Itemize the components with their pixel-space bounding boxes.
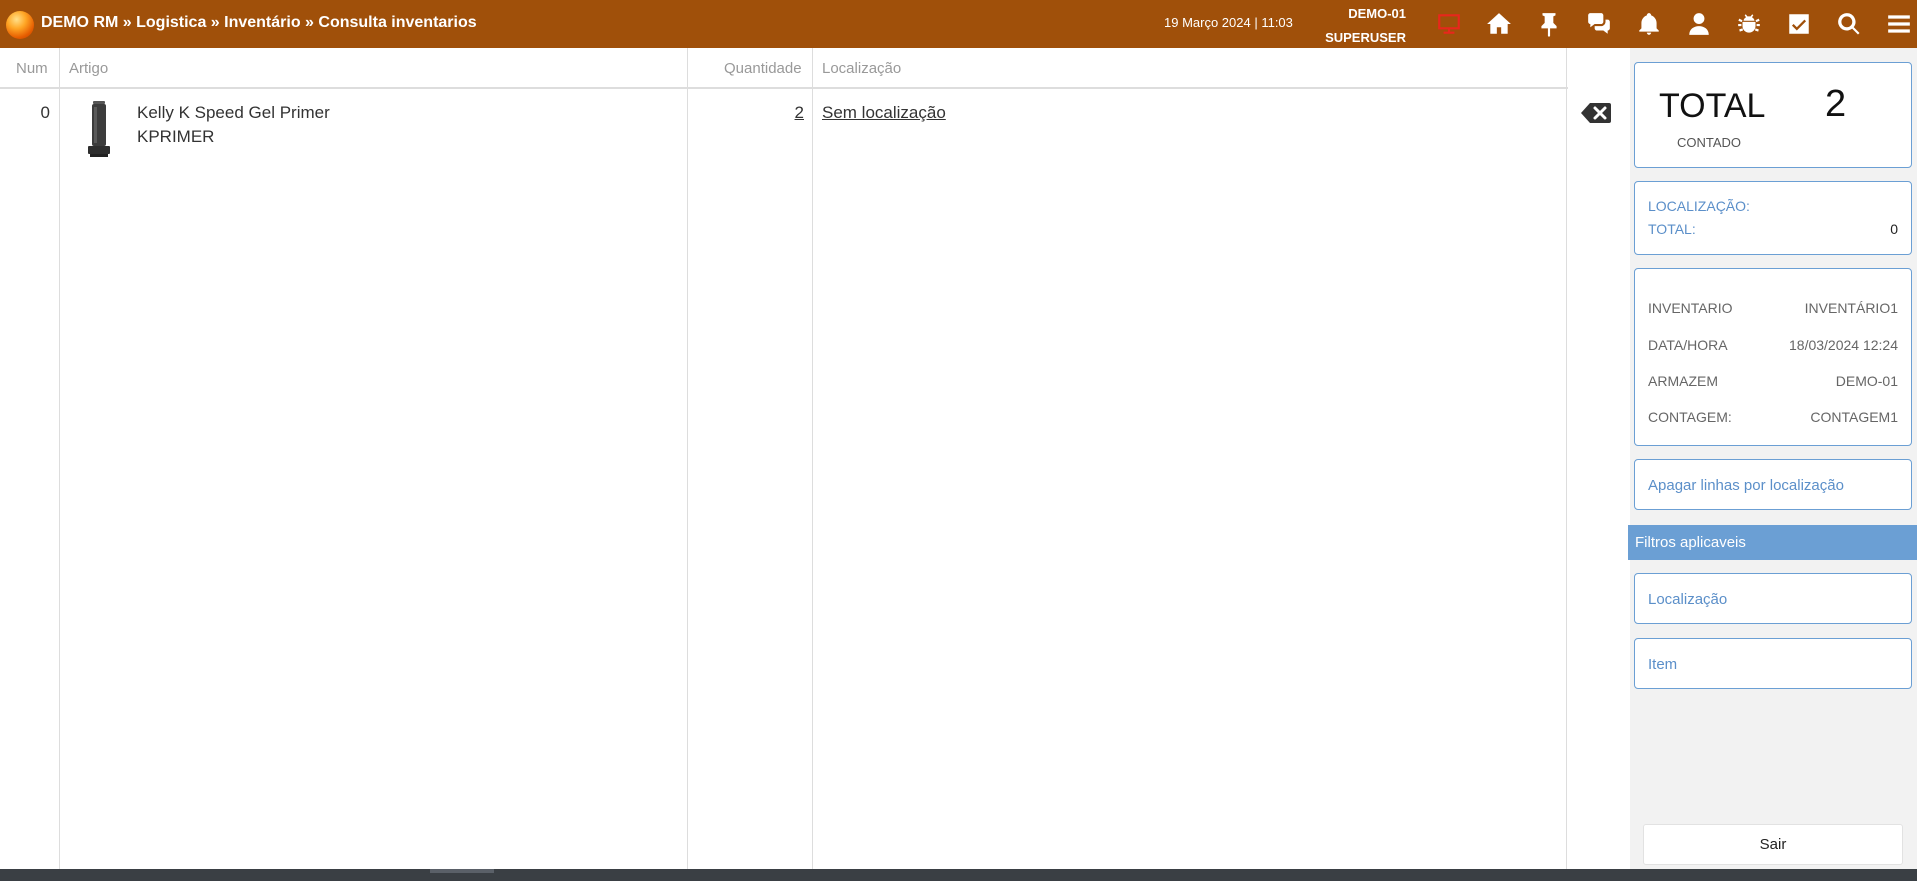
column-header-localizacao[interactable]: Localização [822,60,901,77]
company-code: DEMO-01 [1348,6,1406,21]
chat-icon[interactable] [1574,0,1624,48]
info-row-armazem: ARMAZEM DEMO-01 [1648,373,1898,393]
breadcrumb[interactable]: DEMO RM » Logistica » Inventário » Consu… [41,14,477,32]
filter-location-label: Localização [1648,591,1728,608]
filter-item-label: Item [1648,656,1678,673]
column-header-num[interactable]: Num [16,60,48,77]
table-header: Num Artigo Quantidade Localização [0,48,1568,89]
filters-header: Filtros aplicaveis [1628,525,1917,560]
filter-item-button[interactable]: Item [1634,638,1912,689]
table-row[interactable]: 0 Kelly K Speed Gel Primer KPRIMER 2 Sem… [0,89,1600,159]
bottom-bar [0,869,1917,881]
info-key: DATA/HORA [1648,337,1728,353]
search-icon[interactable] [1824,0,1874,48]
column-header-quantidade[interactable]: Quantidade [724,60,802,77]
info-key: ARMAZEM [1648,373,1718,389]
column-header-artigo[interactable]: Artigo [69,60,108,77]
location-link[interactable]: Sem localização [822,103,946,123]
column-divider [687,48,688,869]
monitor-icon[interactable] [1424,0,1474,48]
bell-icon[interactable] [1624,0,1674,48]
location-total-label: TOTAL: [1648,221,1696,237]
delete-row-icon[interactable] [1580,101,1612,125]
column-divider [1566,48,1567,869]
current-datetime: 19 Março 2024 | 11:03 [1164,15,1293,30]
home-icon[interactable] [1474,0,1524,48]
toolbar-icons [1424,0,1917,48]
pin-icon[interactable] [1524,0,1574,48]
item-name: Kelly K Speed Gel Primer [137,103,330,122]
total-value: 2 [1825,83,1847,125]
user-icon[interactable] [1674,0,1724,48]
delete-by-location-button[interactable]: Apagar linhas por localização [1634,459,1912,510]
info-row-contagem: CONTAGEM: CONTAGEM1 [1648,409,1898,429]
total-sublabel: CONTADO [1677,135,1742,150]
info-value: 18/03/2024 12:24 [1789,337,1898,353]
info-row-inventario: INVENTARIO INVENTÁRIO1 [1648,300,1898,320]
product-thumbnail [88,101,110,157]
app-logo[interactable] [6,11,34,39]
delete-by-location-label: Apagar linhas por localização [1648,477,1844,494]
location-total-card: LOCALIZAÇÃO: TOTAL: 0 [1634,181,1912,255]
row-num: 0 [40,103,50,122]
info-value: DEMO-01 [1835,373,1898,389]
quantity-link[interactable]: 2 [690,103,804,123]
info-key: CONTAGEM: [1648,409,1732,425]
info-row-datahora: DATA/HORA 18/03/2024 12:24 [1648,337,1898,357]
filter-location-button[interactable]: Localização [1634,573,1912,624]
info-value: CONTAGEM1 [1810,409,1898,425]
filters-header-label: Filtros aplicaveis [1635,534,1746,551]
item-code: KPRIMER [137,127,215,146]
total-label: TOTAL [1659,87,1766,125]
exit-button[interactable]: Sair [1643,824,1903,865]
info-value: INVENTÁRIO1 [1804,300,1898,316]
info-key: INVENTARIO [1648,300,1733,316]
checkbox-icon[interactable] [1774,0,1824,48]
user-info[interactable]: DEMO-01 SUPERUSER [1306,2,1406,50]
inventory-info-card: INVENTARIO INVENTÁRIO1 DATA/HORA 18/03/2… [1634,268,1912,446]
column-divider [59,48,60,869]
scroll-indicator[interactable] [430,869,494,873]
total-counted-card: TOTAL 2 CONTADO [1634,62,1912,168]
location-total-value: 0 [1890,221,1898,237]
menu-icon[interactable] [1874,0,1917,48]
top-bar: DEMO RM » Logistica » Inventário » Consu… [0,0,1917,48]
user-name: SUPERUSER [1325,30,1406,45]
bug-icon[interactable] [1724,0,1774,48]
location-label: LOCALIZAÇÃO: [1648,198,1750,214]
column-divider [812,48,813,869]
